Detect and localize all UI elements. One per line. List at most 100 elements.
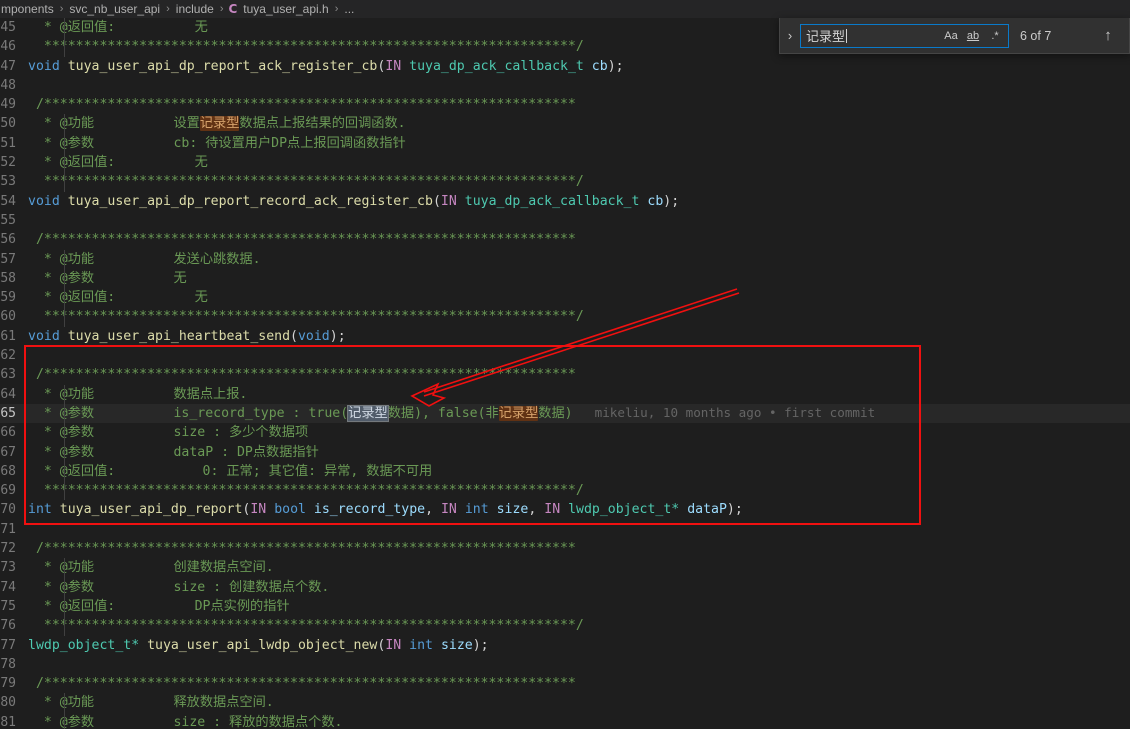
code-line[interactable]: 79 /************************************… xyxy=(0,674,1130,693)
breadcrumb-item-overflow[interactable]: ... xyxy=(343,2,355,16)
code-line[interactable]: 60 *************************************… xyxy=(0,307,1130,327)
breadcrumb-item-svc-nb-user-api[interactable]: svc_nb_user_api xyxy=(68,2,161,16)
code-text: ****************************************… xyxy=(28,172,1130,192)
code-text: * @参数 cb: 待设置用户DP点上报回调函数指针 xyxy=(28,133,1130,154)
line-number: 81 xyxy=(0,714,16,729)
breadcrumb[interactable]: mponents › svc_nb_user_api › include › C… xyxy=(0,0,1130,18)
code-line[interactable]: 49 /************************************… xyxy=(0,95,1130,114)
code-line[interactable]: 54 void tuya_user_api_dp_report_record_ac… xyxy=(0,192,1130,211)
code-line[interactable]: 78 xyxy=(0,655,1130,674)
code-line[interactable]: 55 xyxy=(0,211,1130,230)
breadcrumb-item-file[interactable]: tuya_user_api.h xyxy=(242,2,329,16)
token-cmt: ****************************************… xyxy=(28,39,584,55)
code-line[interactable]: 59 * @返回值: 无 xyxy=(0,288,1130,308)
code-line[interactable]: 71 xyxy=(0,520,1130,539)
code-editor[interactable]: 45 * @返回值: 无 46 *************************… xyxy=(0,18,1130,729)
code-line[interactable]: 69 *************************************… xyxy=(0,481,1130,501)
token-kw: int xyxy=(409,637,433,653)
code-line[interactable]: 64 * @功能 数据点上报. xyxy=(0,384,1130,404)
code-text: ****************************************… xyxy=(28,616,1130,636)
git-blame-annotation[interactable]: mikeliu, 10 months ago • first commit xyxy=(573,405,876,420)
token-mac: IN xyxy=(440,193,457,209)
whole-word-icon[interactable]: ab xyxy=(963,26,983,45)
find-expand-toggle-icon[interactable]: › xyxy=(780,28,800,43)
token-cmt: * @功能 数据点上报. xyxy=(28,386,248,402)
find-previous-match-icon[interactable]: ↑ xyxy=(1097,25,1119,47)
code-line[interactable]: 68 * @返回值: 0: 正常; 其它值: 异常, 数据不可用 xyxy=(0,461,1130,482)
token-cmt: * @返回值: DP点实例的指针 xyxy=(28,598,290,614)
token-punc: ); xyxy=(607,58,624,74)
use-regex-icon[interactable]: .* xyxy=(985,26,1005,45)
code-text: void tuya_user_api_dp_report_ack_registe… xyxy=(28,57,1130,76)
code-line[interactable]: 73 * @功能 创建数据点空间. xyxy=(0,558,1130,578)
line-number: 53 xyxy=(0,174,16,190)
code-line[interactable]: 67 * @参数 dataP : DP点数据指针 xyxy=(0,442,1130,462)
code-line[interactable]: 51 * @参数 cb: 待设置用户DP点上报回调函数指针 xyxy=(0,133,1130,154)
breadcrumb-item-components[interactable]: mponents xyxy=(0,2,55,16)
indent-guide xyxy=(64,481,65,501)
code-line[interactable]: 76 *************************************… xyxy=(0,616,1130,636)
indent-guide xyxy=(64,712,65,729)
code-text: * @返回值: 0: 正常; 其它值: 异常, 数据不可用 xyxy=(28,461,1130,482)
code-line[interactable]: 58 * @参数 无 xyxy=(0,268,1130,289)
token-kw: void xyxy=(28,193,60,209)
code-line[interactable]: 52 * @返回值: 无 xyxy=(0,153,1130,173)
code-line[interactable]: 57 * @功能 发送心跳数据. xyxy=(0,249,1130,269)
code-line[interactable]: 66 * @参数 size : 多少个数据项 xyxy=(0,423,1130,443)
line-number: 67 xyxy=(0,444,16,460)
breadcrumb-item-include[interactable]: include xyxy=(175,2,215,16)
code-text: * @返回值: DP点实例的指针 xyxy=(28,596,1130,617)
code-line[interactable]: 77 lwdp_object_t* tuya_user_api_lwdp_obje… xyxy=(0,636,1130,655)
code-line[interactable]: 63 /************************************… xyxy=(0,365,1130,384)
indent-guide xyxy=(64,37,65,57)
token-cmt: * @参数 size : 创建数据点个数. xyxy=(28,579,330,595)
token-punc: , xyxy=(528,502,545,518)
code-text: /***************************************… xyxy=(28,539,1130,558)
line-number: 51 xyxy=(0,135,16,151)
token-cmt: /***************************************… xyxy=(28,367,576,383)
code-line[interactable]: 65 * @参数 is_record_type : true(记录型数据), f… xyxy=(0,403,1130,424)
token-cmt: * @参数 无 xyxy=(28,270,187,286)
match-case-icon[interactable]: Aa xyxy=(941,26,961,45)
code-line[interactable]: 72 /************************************… xyxy=(0,539,1130,558)
token-typ: tuya_dp_ack_callback_t xyxy=(409,58,584,74)
token-punc: ); xyxy=(329,328,346,344)
code-text: * @功能 创建数据点空间. xyxy=(28,558,1130,578)
token-var: is_record_type xyxy=(313,502,426,518)
code-line[interactable]: 70 int tuya_user_api_dp_report(IN bool is… xyxy=(0,500,1130,519)
code-line[interactable]: 62 xyxy=(0,346,1130,365)
find-widget[interactable]: › 记录型 Aa ab .* 6 of 7 ↑ xyxy=(779,18,1130,54)
token-var: size xyxy=(440,637,473,653)
find-input[interactable]: 记录型 Aa ab .* xyxy=(800,23,1009,48)
indent-guide xyxy=(64,577,65,597)
code-line[interactable]: 61 void tuya_user_api_heartbeat_send(void… xyxy=(0,327,1130,346)
code-line[interactable]: 56 /************************************… xyxy=(0,230,1130,249)
code-text: * @功能 发送心跳数据. xyxy=(28,249,1130,269)
line-number: 66 xyxy=(0,425,16,441)
code-line[interactable]: 48 xyxy=(0,76,1130,95)
token-cmt: 数据) xyxy=(538,406,573,422)
line-number: 47 xyxy=(0,58,16,74)
token-cmt: ****************************************… xyxy=(28,309,584,325)
code-line[interactable]: 81 * @参数 size : 释放的数据点个数. xyxy=(0,712,1130,729)
breadcrumb-separator-icon: › xyxy=(166,3,170,15)
code-line[interactable]: 53 *************************************… xyxy=(0,172,1130,192)
line-number: 59 xyxy=(0,290,16,306)
code-text: * @返回值: 无 xyxy=(28,288,1130,308)
line-number: 46 xyxy=(0,39,16,55)
code-line[interactable]: 50 * @功能 设置记录型数据点上报结果的回调函数. xyxy=(0,114,1130,134)
token-kw: int xyxy=(464,502,489,518)
indent-guide xyxy=(64,693,65,713)
code-line[interactable]: 75 * @返回值: DP点实例的指针 xyxy=(0,596,1130,617)
find-options: Aa ab .* xyxy=(941,25,1005,47)
code-text: ****************************************… xyxy=(28,307,1130,327)
code-line[interactable]: 47 void tuya_user_api_dp_report_ack_regis… xyxy=(0,57,1130,76)
code-line[interactable]: 74 * @参数 size : 创建数据点个数. xyxy=(0,577,1130,597)
code-line[interactable]: 80 * @功能 释放数据点空间. xyxy=(0,693,1130,713)
